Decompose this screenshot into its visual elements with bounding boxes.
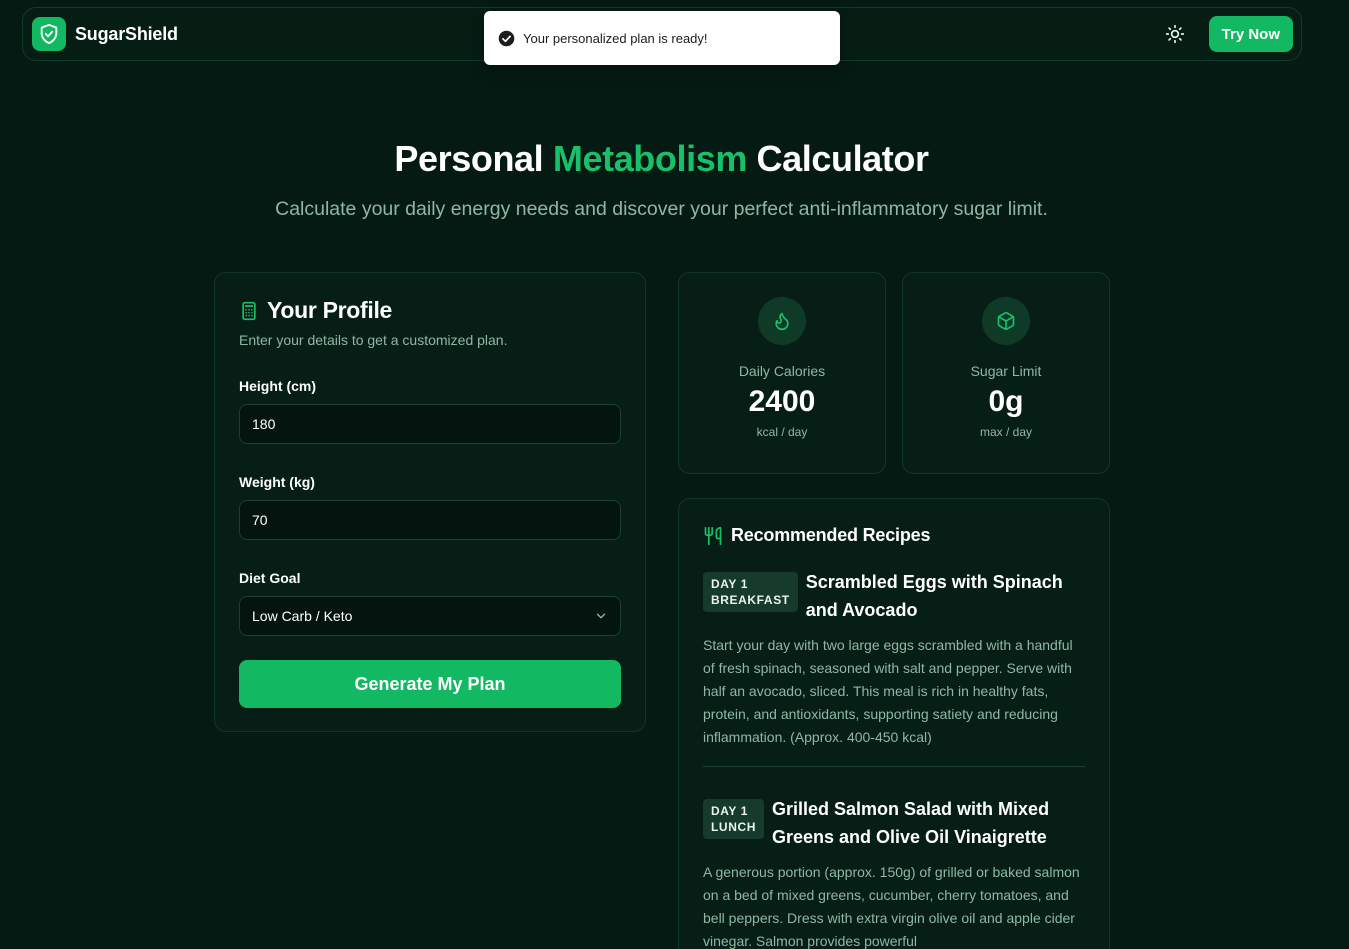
title-prefix: Personal	[394, 138, 544, 179]
brand-name[interactable]: SugarShield	[75, 24, 178, 45]
sugar-unit: max / day	[979, 425, 1033, 439]
weight-label: Weight (kg)	[239, 474, 315, 490]
toast-message: Your personalized plan is ready!	[523, 30, 708, 46]
title-suffix: Calculator	[756, 138, 929, 179]
weight-input[interactable]: 70	[239, 500, 621, 540]
recipe-title-line: Scrambled Eggs with Spinach	[805, 572, 1063, 592]
daily-calories-card: Daily Calories 2400 kcal / day	[678, 272, 886, 474]
profile-description: Enter your details to get a customized p…	[239, 332, 508, 348]
recipe-meal: LUNCH	[711, 820, 756, 834]
utensils-icon	[704, 526, 722, 545]
recipes-card: Recommended Recipes DAY 1 BREAKFAST Scra…	[678, 498, 1110, 949]
generate-plan-button[interactable]: Generate My Plan	[239, 660, 621, 708]
success-toast: Your personalized plan is ready!	[484, 11, 840, 65]
recipe-day: DAY 1	[711, 804, 749, 818]
diet-goal-value: Low Carb / Keto	[252, 608, 353, 624]
recipe-header: DAY 1 LUNCH Grilled Salmon Salad with Mi…	[703, 795, 1085, 851]
profile-title: Your Profile	[267, 297, 393, 323]
calories-label: Daily Calories	[738, 363, 826, 379]
sugar-value: 0g	[988, 385, 1024, 418]
recipe-title-line: and Avocado	[805, 600, 918, 620]
profile-title-row: Your Profile	[239, 297, 621, 324]
cube-icon	[982, 297, 1030, 345]
diet-goal-label: Diet Goal	[239, 570, 301, 586]
flame-icon	[758, 297, 806, 345]
calories-unit: kcal / day	[756, 425, 808, 439]
sun-icon	[1165, 24, 1184, 44]
check-circle-icon	[498, 30, 515, 46]
profile-card: Your Profile Enter your details to get a…	[214, 272, 646, 732]
try-now-button[interactable]: Try Now	[1208, 16, 1293, 52]
recipe-badge: DAY 1 BREAKFAST	[703, 572, 798, 612]
title-accent: Metabolism	[552, 138, 747, 179]
height-input[interactable]: 180	[239, 404, 621, 444]
recipe-meal: BREAKFAST	[711, 593, 790, 607]
recipe-title: Grilled Salmon Salad with Mixed Greens a…	[772, 795, 1049, 851]
chevron-down-icon	[596, 613, 606, 619]
recipe-title: Scrambled Eggs with Spinach and Avocado	[806, 568, 1063, 624]
diet-goal-select[interactable]: Low Carb / Keto	[239, 596, 621, 636]
recipes-title: Recommended Recipes	[731, 525, 931, 545]
recipe-description: A generous portion (approx. 150g) of gri…	[703, 864, 1080, 949]
recipe-title-line: Greens and Olive Oil Vinaigrette	[772, 827, 1047, 847]
calories-value: 2400	[748, 385, 816, 418]
sugar-limit-card: Sugar Limit 0g max / day	[902, 272, 1110, 474]
page-subtitle: Calculate your daily energy needs and di…	[275, 198, 1048, 220]
recipe-item: DAY 1 LUNCH Grilled Salmon Salad with Mi…	[703, 767, 1085, 949]
recipe-title-line: Grilled Salmon Salad with Mixed	[772, 799, 1050, 819]
page-title: Personal Metabolism Calculator	[0, 138, 1323, 180]
recipe-badge: DAY 1 LUNCH	[703, 799, 764, 839]
recipe-day: DAY 1	[711, 577, 749, 591]
recipe-item: DAY 1 BREAKFAST Scrambled Eggs with Spin…	[703, 546, 1085, 767]
calculator-icon	[242, 301, 256, 320]
shield-logo-icon[interactable]	[32, 17, 66, 51]
recipe-description: Start your day with two large eggs scram…	[703, 637, 1073, 745]
recipe-header: DAY 1 BREAKFAST Scrambled Eggs with Spin…	[703, 568, 1085, 624]
sugar-label: Sugar Limit	[970, 363, 1042, 379]
height-label: Height (cm)	[239, 378, 316, 394]
recipes-title-row: Recommended Recipes	[703, 525, 1085, 546]
theme-toggle[interactable]	[1159, 18, 1191, 50]
